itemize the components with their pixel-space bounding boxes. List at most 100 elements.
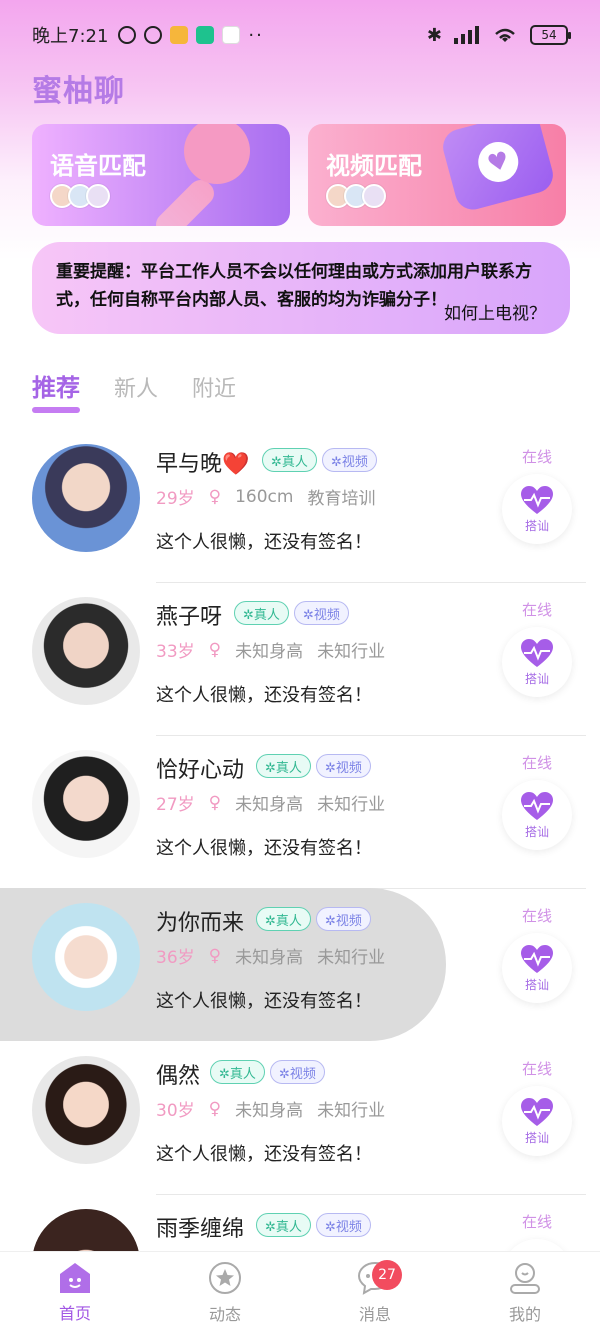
user-height: 未知身高 — [235, 642, 304, 662]
user-job: 未知行业 — [317, 642, 386, 662]
chat-up-button[interactable]: 搭讪 — [502, 1086, 572, 1156]
chat-up-button[interactable]: 搭讪 — [502, 474, 572, 544]
user-age: 33岁 — [156, 642, 195, 662]
tab-recommend[interactable]: 推荐 — [32, 368, 80, 413]
nav-mine[interactable]: 我的 — [450, 1252, 600, 1333]
user-signature: 这个人很懒，还没有签名！ — [156, 1144, 372, 1165]
nav-moments[interactable]: 动态 — [150, 1252, 300, 1333]
video-match-card[interactable]: 视频匹配 ♥ — [308, 124, 566, 226]
online-status: 在线 — [521, 1213, 552, 1231]
video-badge: ✲视频 — [322, 448, 377, 472]
nav-messages-label: 消息 — [358, 1304, 391, 1324]
real-person-badge: ✲真人 — [256, 754, 311, 778]
chat-up-label: 搭讪 — [524, 824, 549, 839]
user-row[interactable]: 恰好心动 ✲真人 ✲视频 27岁 ♀ 未知身高 未知行业 这个人很懒，还没有签名！ 在… — [0, 736, 600, 889]
online-status: 在线 — [521, 754, 552, 772]
signal-icon — [454, 26, 479, 44]
nav-moments-label: 动态 — [208, 1304, 241, 1324]
user-height: 160cm — [235, 486, 294, 507]
voice-avatars — [50, 184, 110, 208]
tab-new[interactable]: 新人 — [114, 371, 158, 403]
bluetooth-icon: ✱ — [426, 24, 442, 46]
user-meta: 27岁 ♀ 未知身高 未知行业 — [156, 790, 386, 816]
chat-up-button[interactable]: 搭讪 — [502, 780, 572, 850]
how-to-get-on-tv-link[interactable]: 如何上电视？ — [444, 300, 546, 328]
video-badge: ✲视频 — [316, 754, 371, 778]
heart-pulse-icon — [521, 944, 553, 973]
online-status: 在线 — [521, 907, 552, 925]
map-app-icon — [222, 26, 241, 44]
avatar — [32, 444, 140, 552]
user-job: 未知行业 — [317, 795, 386, 815]
user-signature: 这个人很懒，还没有签名！ — [156, 838, 372, 859]
user-age: 36岁 — [156, 948, 195, 968]
user-name: 偶然 — [156, 1064, 201, 1089]
user-name: 为你而来 — [156, 911, 245, 936]
star-circle-icon — [209, 1261, 241, 1294]
app-page: 晚上7:21 ·· ✱ 54 蜜柚聊 语音匹配 视频匹配 ♥ 重要提醒：平台工作… — [0, 0, 600, 1333]
user-height: 未知身高 — [235, 795, 304, 815]
nav-mine-label: 我的 — [508, 1304, 541, 1324]
user-height: 未知身高 — [235, 948, 304, 968]
user-meta: 36岁 ♀ 未知身高 未知行业 — [156, 943, 386, 969]
profile-icon — [510, 1262, 540, 1294]
female-icon: ♀ — [208, 486, 222, 507]
video-badge: ✲视频 — [270, 1060, 325, 1084]
feed-tabs: 推荐 新人 附近 — [32, 368, 236, 413]
real-person-badge: ✲真人 — [262, 448, 317, 472]
heart-pulse-icon — [521, 638, 553, 667]
chat-up-button[interactable]: 搭讪 — [502, 627, 572, 697]
user-age: 27岁 — [156, 795, 195, 815]
unread-count-badge: 27 — [372, 1260, 402, 1290]
nav-home[interactable]: 首页 — [0, 1252, 150, 1333]
video-match-label: 视频匹配 — [326, 152, 422, 180]
video-badge: ✲视频 — [316, 1213, 371, 1237]
voice-match-label: 语音匹配 — [50, 152, 146, 180]
security-app-icon — [196, 26, 215, 44]
user-row[interactable]: 燕子呀 ✲真人 ✲视频 33岁 ♀ 未知身高 未知行业 这个人很懒，还没有签名！ 在线… — [0, 583, 600, 736]
more-dots-icon: ·· — [248, 24, 264, 46]
user-meta: 29岁 ♀ 160cm 教育培训 — [156, 484, 376, 510]
voice-match-card[interactable]: 语音匹配 — [32, 124, 290, 226]
chat-up-button[interactable]: 搭讪 — [502, 933, 572, 1003]
mute-icon — [118, 26, 137, 44]
user-job: 未知行业 — [317, 948, 386, 968]
heart-pulse-icon — [521, 791, 553, 820]
alarm-icon — [144, 26, 163, 44]
user-job: 教育培训 — [307, 489, 376, 509]
female-icon: ♀ — [208, 1098, 222, 1119]
nav-home-label: 首页 — [58, 1303, 91, 1323]
user-signature: 这个人很懒，还没有签名！ — [156, 532, 372, 553]
real-person-badge: ✲真人 — [210, 1060, 265, 1084]
online-status: 在线 — [521, 448, 552, 466]
wifi-icon — [495, 28, 515, 42]
safety-notice: 重要提醒：平台工作人员不会以任何理由或方式添加用户联系方式，任何自称平台内部人员… — [32, 242, 570, 334]
chat-up-label: 搭讪 — [524, 518, 549, 533]
avatar — [32, 597, 140, 705]
real-person-badge: ✲真人 — [234, 601, 289, 625]
user-age: 30岁 — [156, 1101, 195, 1121]
video-badge: ✲视频 — [294, 601, 349, 625]
status-time: 晚上7:21 — [32, 26, 109, 47]
user-name: 雨季缠绵 — [156, 1217, 245, 1242]
status-icons: ·· — [118, 25, 263, 46]
user-meta: 33岁 ♀ 未知身高 未知行业 — [156, 637, 386, 663]
real-person-badge: ✲真人 — [256, 1213, 311, 1237]
female-icon: ♀ — [208, 639, 222, 660]
tab-nearby[interactable]: 附近 — [192, 371, 236, 403]
video-avatars — [326, 184, 386, 208]
avatar — [362, 184, 386, 208]
real-person-badge: ✲真人 — [256, 907, 311, 931]
user-height: 未知身高 — [235, 1101, 304, 1121]
user-row[interactable]: 为你而来 ✲真人 ✲视频 36岁 ♀ 未知身高 未知行业 这个人很懒，还没有签名！ 在… — [0, 888, 600, 1042]
heart-pulse-icon — [521, 485, 553, 514]
user-row[interactable]: 早与晚❤️ ✲真人 ✲视频 29岁 ♀ 160cm 教育培训 这个人很懒，还没有签名！… — [0, 430, 600, 583]
user-row[interactable]: 偶然 ✲真人 ✲视频 30岁 ♀ 未知身高 未知行业 这个人很懒，还没有签名！ 在线 … — [0, 1042, 600, 1195]
video-badge: ✲视频 — [316, 907, 371, 931]
chat-up-label: 搭讪 — [524, 1130, 549, 1145]
user-signature: 这个人很懒，还没有签名！ — [156, 991, 372, 1012]
avatar — [32, 903, 140, 1011]
microphone-head-icon — [184, 124, 250, 184]
status-bar: 晚上7:21 ·· ✱ 54 — [0, 0, 600, 70]
camera-icon: ♥ — [439, 124, 557, 214]
